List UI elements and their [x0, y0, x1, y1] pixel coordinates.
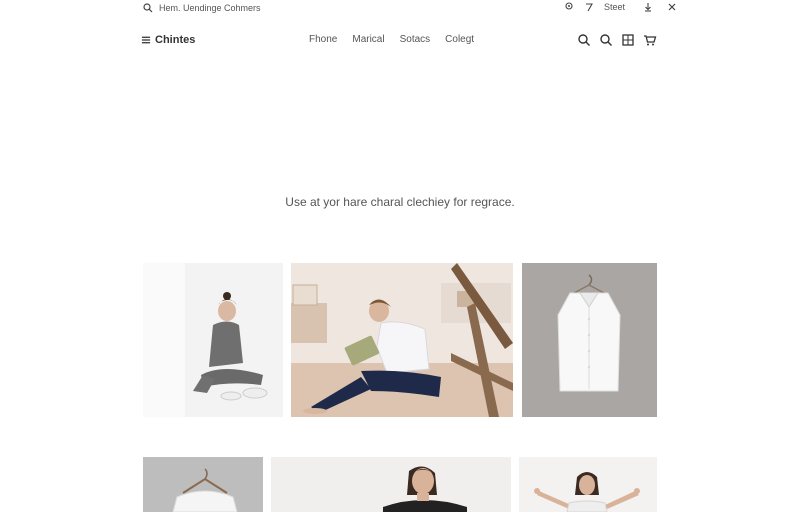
woman-sitting-image	[143, 263, 283, 417]
search-icon-secondary[interactable]	[599, 33, 613, 47]
location-icon[interactable]	[564, 2, 574, 12]
white-top-hanger-image	[143, 457, 263, 512]
main-navbar: Chintes Fhone Marical Sotacs Colegt	[0, 26, 800, 56]
search-icon	[143, 3, 153, 13]
nav-menu: Fhone Marical Sotacs Colegt	[309, 34, 474, 45]
gallery-item-white-blouse[interactable]	[522, 263, 657, 417]
woman-arms-raised-image	[519, 457, 657, 512]
hero-tagline: Use at yor hare charal clechiey for regr…	[285, 195, 515, 209]
gallery-item-woman-smiling[interactable]	[271, 457, 511, 512]
download-icon[interactable]	[643, 2, 653, 12]
street-label[interactable]: Steet	[604, 2, 625, 12]
menu-icon[interactable]	[141, 35, 151, 45]
search-text[interactable]: Hem. Uendinge Cohmers	[159, 3, 261, 13]
man-reading-image	[291, 263, 513, 417]
nav-icons	[577, 33, 657, 47]
nav-item-sotacs[interactable]: Sotacs	[400, 34, 431, 45]
nav-item-colegt[interactable]: Colegt	[445, 34, 474, 45]
top-bar: Hem. Uendinge Cohmers Steet	[0, 0, 800, 18]
gallery-item-woman-arms-raised[interactable]	[519, 457, 657, 512]
search-bar[interactable]: Hem. Uendinge Cohmers	[143, 3, 261, 13]
close-icon[interactable]	[667, 2, 677, 12]
brand[interactable]: Chintes	[141, 34, 195, 46]
nav-item-fhone[interactable]: Fhone	[309, 34, 337, 45]
gallery-item-white-top-hanger[interactable]	[143, 457, 263, 512]
white-blouse-image	[522, 263, 657, 417]
woman-smiling-image	[271, 457, 511, 512]
search-icon[interactable]	[577, 33, 591, 47]
top-right-controls: Steet	[564, 2, 677, 12]
cart-icon[interactable]	[643, 33, 657, 47]
gallery-item-man-reading[interactable]	[291, 263, 513, 417]
grid-icon[interactable]	[621, 33, 635, 47]
brand-name[interactable]: Chintes	[155, 34, 195, 46]
nav-item-marical[interactable]: Marical	[352, 34, 384, 45]
send-icon[interactable]	[584, 2, 594, 12]
gallery-item-woman-sitting[interactable]	[143, 263, 283, 417]
